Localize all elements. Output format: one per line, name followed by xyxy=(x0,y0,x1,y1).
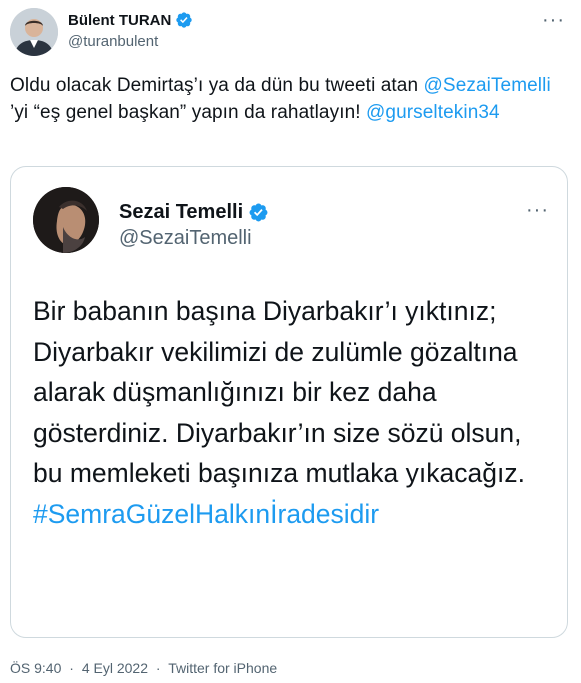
quoted-name-row: Sezai Temelli xyxy=(119,201,269,224)
quoted-author-handle[interactable]: @SezaiTemelli xyxy=(119,227,252,250)
separator-dot: · xyxy=(69,660,74,676)
separator-dot: · xyxy=(155,660,161,676)
tweet-metadata: ÖS 9:40 · 4 Eyl 2022 · Twitter for iPhon… xyxy=(10,660,281,676)
author-avatar-image xyxy=(10,8,58,56)
tweet-time[interactable]: ÖS 9:40 xyxy=(10,660,61,676)
verified-badge-icon xyxy=(176,12,193,28)
author-handle[interactable]: @turanbulent xyxy=(68,33,158,50)
quoted-tweet-card[interactable]: Sezai Temelli @SezaiTemelli ··· Bir baba… xyxy=(10,166,568,638)
mention-sezaitemelli[interactable]: @SezaiTemelli xyxy=(424,75,551,96)
author-name-row: Bülent TURAN xyxy=(68,11,193,29)
tweet-date[interactable]: 4 Eyl 2022 xyxy=(82,660,148,676)
author-avatar[interactable] xyxy=(10,8,58,56)
hashtag-link[interactable]: #SemraGüzelHalkınİradesidir xyxy=(33,494,553,535)
tweet-text: Oldu olacak Demirtaş’ı ya da dün bu twee… xyxy=(10,72,570,126)
quoted-author-avatar[interactable] xyxy=(33,187,99,253)
tweet-source[interactable]: Twitter for iPhone xyxy=(168,660,277,676)
tweet-text-part2: ’yi “eş genel başkan” yapın da rahatlayı… xyxy=(10,102,367,123)
quoted-text-body: Bir babanın başına Diyarbakır’ı yıktınız… xyxy=(33,296,525,488)
tweet-text-part1: Oldu olacak Demirtaş’ı ya da dün bu twee… xyxy=(10,75,424,96)
mention-gurseltekin[interactable]: @gurseltekin34 xyxy=(366,102,500,123)
more-options-icon[interactable]: ··· xyxy=(526,199,549,222)
more-options-icon[interactable]: ··· xyxy=(542,10,565,30)
quoted-tweet-text: Bir babanın başına Diyarbakır’ı yıktınız… xyxy=(33,291,553,534)
author-name[interactable]: Bülent TURAN xyxy=(68,12,171,29)
tweet-header: Bülent TURAN @turanbulent ··· xyxy=(10,8,571,58)
quoted-author-avatar-image xyxy=(33,187,99,253)
verified-badge-icon xyxy=(249,203,268,222)
quoted-author-name[interactable]: Sezai Temelli xyxy=(119,201,243,224)
